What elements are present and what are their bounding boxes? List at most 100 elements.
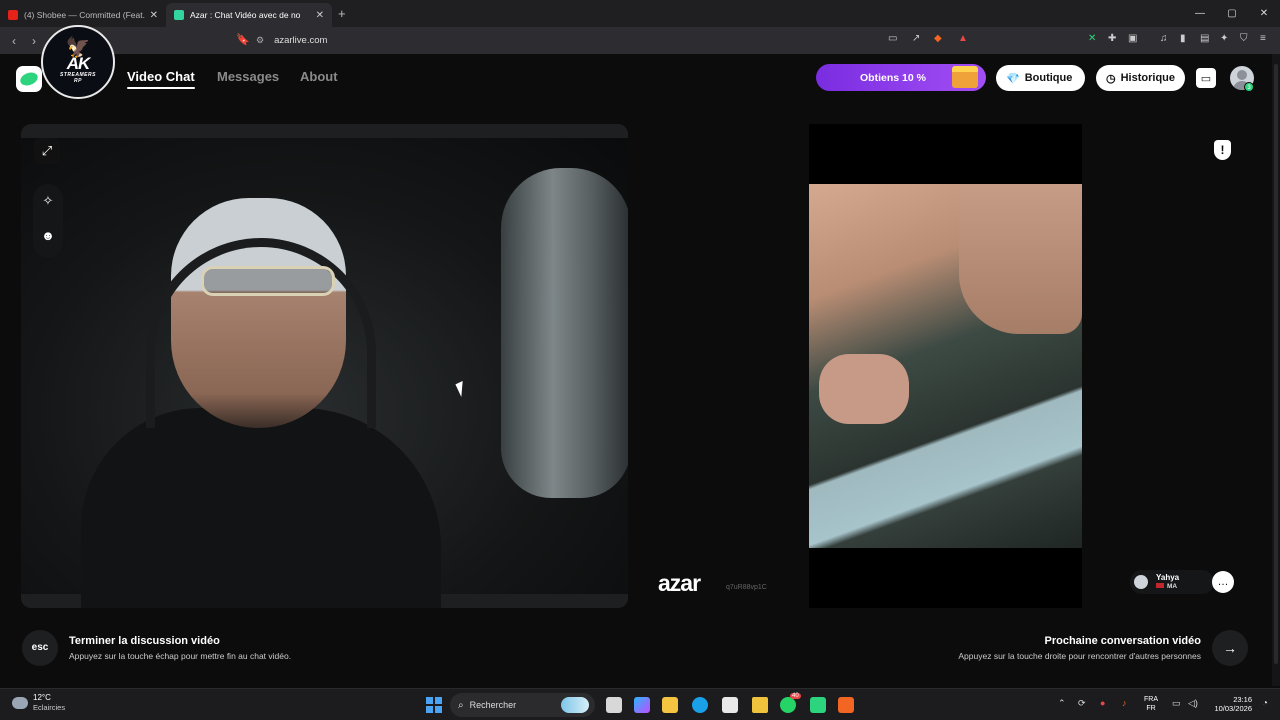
partner-face-image — [959, 184, 1082, 334]
back-icon[interactable]: ‹ — [4, 34, 24, 48]
weather-widget[interactable]: 12°C Eclaircies — [12, 693, 65, 713]
close-window-icon[interactable]: ✕ — [1248, 0, 1280, 27]
next-arrow-button[interactable]: → — [1212, 630, 1248, 666]
end-chat-hint: Appuyez sur la touche échap pour mettre … — [69, 651, 292, 661]
nav-about[interactable]: About — [300, 69, 338, 84]
overlay-logo-text: AK — [66, 54, 91, 73]
wallet-icon[interactable]: ▤ — [1200, 33, 1209, 44]
historique-button[interactable]: ◷ Historique — [1096, 65, 1185, 91]
forward-icon[interactable]: › — [24, 34, 44, 48]
system-clock[interactable]: 23:16 10/03/2026 — [1206, 695, 1252, 713]
app-icon[interactable] — [752, 697, 768, 713]
nav-messages[interactable]: Messages — [217, 69, 279, 84]
tab-azar[interactable]: Azar : Chat Vidéo avec de no ✕ — [166, 3, 332, 27]
language-indicator[interactable]: FRA FR — [1144, 695, 1158, 713]
room-id: q7uR88vp1C — [726, 584, 767, 591]
tab-title: Azar : Chat Vidéo avec de no — [190, 10, 301, 20]
historique-label: Historique — [1120, 72, 1176, 84]
sidebar-icon[interactable]: ▮ — [1180, 33, 1186, 44]
self-video-pane: ⤢ ✧ ☻ — [21, 124, 628, 608]
tab-title: (4) Shobee — Committed (Feat. — [24, 10, 145, 20]
site-info-icon[interactable]: ⚙ — [256, 35, 264, 46]
new-tab-button[interactable]: + — [338, 6, 346, 21]
azar-taskbar-icon[interactable] — [810, 697, 826, 713]
search-icon: ⌕ — [458, 699, 464, 711]
close-icon[interactable]: ✕ — [150, 10, 158, 21]
partner-video-pane — [648, 124, 1246, 608]
sticker-icon[interactable]: ☻ — [35, 222, 61, 248]
partner-info-badge[interactable]: Yahya MA — [1130, 570, 1214, 594]
page-scrollbar[interactable] — [1272, 54, 1280, 686]
partner-avatar — [1134, 575, 1148, 589]
report-icon[interactable]: ! — [1214, 140, 1231, 160]
temperature: 12°C — [33, 693, 51, 702]
window-controls: — ▢ ✕ — [1184, 0, 1280, 27]
recording-icon[interactable]: ● — [1100, 698, 1105, 708]
maximize-icon[interactable]: ▢ — [1216, 0, 1248, 27]
chevron-up-icon[interactable]: ⌃ — [1058, 698, 1066, 709]
expand-icon[interactable]: ⤢ — [34, 138, 60, 164]
next-chat-hint: Appuyez sur la touche droite pour rencon… — [958, 651, 1201, 661]
promo-button[interactable]: Obtiens 10 % — [816, 64, 986, 91]
ak-streamers-overlay-logo: 🦅 AK STREAMERS RP — [41, 25, 115, 99]
whatsapp-badge: 40 — [790, 693, 801, 699]
clock-time: 23:16 — [1233, 695, 1252, 704]
boutique-button[interactable]: 💎 Boutique — [996, 65, 1085, 91]
microphone-icon[interactable]: ♪ — [1122, 698, 1127, 708]
microphone-image — [501, 168, 628, 498]
magic-wand-icon[interactable]: ✧ — [35, 188, 61, 214]
store-icon[interactable] — [722, 697, 738, 713]
url-text: azarlive.com — [274, 35, 328, 46]
network-icon[interactable]: ▭ — [1172, 698, 1181, 709]
partner-hand-image — [819, 354, 909, 424]
clock-icon: ◷ — [1106, 72, 1116, 85]
extension-x-icon[interactable]: ✕ — [1088, 33, 1096, 44]
cast-icon[interactable]: ▭ — [888, 33, 897, 44]
screenshot-icon[interactable]: ▣ — [1128, 33, 1137, 44]
language-code: FRA — [1144, 696, 1158, 703]
person-torso-image — [81, 408, 441, 608]
notification-icon[interactable]: ◔ — [1262, 698, 1268, 709]
promo-label: Obtiens 10 % — [860, 71, 926, 84]
inbox-icon[interactable]: ▭ — [1196, 68, 1216, 88]
vpn-icon[interactable]: ⛉ — [1240, 33, 1248, 44]
brave-taskbar-icon[interactable] — [838, 697, 854, 713]
volume-icon[interactable]: ◁) — [1188, 698, 1198, 709]
whatsapp-icon[interactable] — [780, 697, 796, 713]
brave-rewards-icon[interactable]: ▲ — [958, 33, 968, 44]
leo-icon[interactable]: ✦ — [1220, 33, 1228, 44]
partner-country: MA — [1167, 583, 1178, 590]
edge-icon[interactable] — [692, 697, 708, 713]
bookmark-icon[interactable]: 🔖 — [236, 33, 250, 46]
file-explorer-icon[interactable] — [662, 697, 678, 713]
brave-shield-icon[interactable]: ◆ — [934, 33, 942, 44]
close-icon[interactable]: ✕ — [316, 10, 324, 21]
address-bar: ‹ › 🔖 ⚙ azarlive.com ▭ ↗ ◆ ▲ ✕ ✚ ▣ ♫ ▮ ▤… — [0, 27, 1280, 54]
boutique-label: Boutique — [1024, 72, 1073, 84]
azar-icon — [174, 10, 184, 20]
esc-button[interactable]: esc — [22, 630, 58, 666]
azar-logo-icon[interactable] — [16, 66, 42, 92]
chat-bubble-icon[interactable]: … — [1212, 571, 1234, 593]
tab-youtube[interactable]: (4) Shobee — Committed (Feat. ✕ — [0, 3, 166, 27]
share-icon[interactable]: ↗ — [912, 33, 920, 44]
overlay-logo-subtext-2: RP — [74, 78, 82, 84]
windows-start-icon[interactable] — [426, 697, 442, 713]
youtube-icon — [8, 10, 18, 20]
task-view-icon[interactable] — [606, 697, 622, 713]
cloud-icon — [12, 697, 28, 709]
clock-date: 10/03/2026 — [1214, 704, 1252, 713]
search-label: Rechercher — [469, 700, 517, 710]
partner-video-feed — [809, 124, 1082, 608]
menu-icon[interactable]: ≡ — [1260, 33, 1266, 44]
url-field[interactable]: ⚙ azarlive.com — [256, 31, 327, 50]
partner-name: Yahya — [1156, 573, 1180, 582]
minimize-icon[interactable]: — — [1184, 0, 1216, 27]
taskbar-search[interactable]: ⌕ Rechercher — [450, 693, 595, 717]
copilot-icon[interactable] — [634, 697, 650, 713]
extensions-icon[interactable]: ✚ — [1108, 33, 1116, 44]
music-icon[interactable]: ♫ — [1160, 33, 1168, 44]
nav-video-chat[interactable]: Video Chat — [127, 69, 195, 89]
sync-icon[interactable]: ⟳ — [1078, 698, 1086, 709]
windows-taskbar: 12°C Eclaircies ⌕ Rechercher 40 ⌃ ⟳ ● ♪ … — [0, 688, 1280, 720]
